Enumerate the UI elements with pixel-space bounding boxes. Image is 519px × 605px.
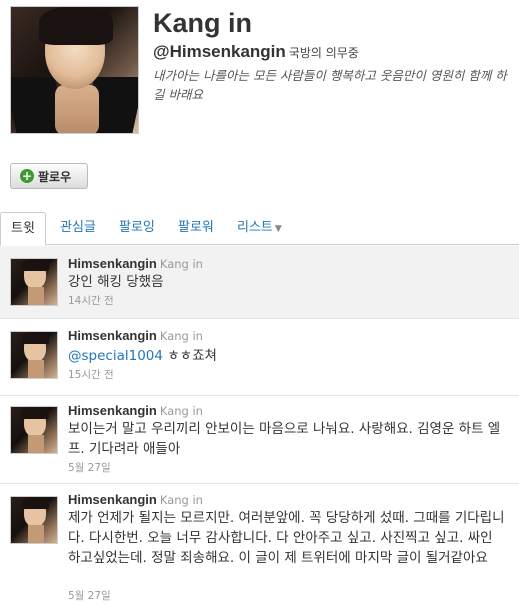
tweet-avatar[interactable] (10, 496, 58, 544)
tweet-timestamp[interactable]: 15시간 전 (68, 367, 114, 382)
follow-label: 팔로우 (38, 169, 72, 184)
tweet-author[interactable]: Himsenkangin Kang in (68, 328, 203, 344)
plus-icon: + (20, 169, 34, 183)
profile-header: Kang in @Himsenkangin 국방의 의무중 내가아는 나를아는 모… (0, 0, 519, 150)
tweet-timestamp[interactable]: 5월 27일 (68, 460, 111, 475)
tweet-author[interactable]: Himsenkangin Kang in (68, 256, 203, 272)
tweet-timestamp[interactable]: 5월 27일 (68, 588, 111, 603)
profile-avatar[interactable] (10, 6, 139, 134)
profile-bio: 내가아는 나를아는 모든 사람들이 행복하고 웃음만이 영원히 함께 하길 바래… (153, 68, 507, 102)
tweet-author-display: Kang in (159, 404, 203, 418)
chevron-down-icon: ▼ (274, 224, 282, 234)
tweet-author-name: Himsenkangin (68, 256, 157, 271)
tweet-text-body: ㅎㅎ죠쳐 (162, 348, 217, 364)
tab-lists-label: 리스트 (237, 220, 273, 235)
profile-location: 국방의 의무중 (288, 46, 359, 60)
tweet-author-display: Kang in (159, 257, 203, 271)
follow-button[interactable]: + 팔로우 (10, 163, 88, 189)
mention-link[interactable]: @special1004 (68, 348, 163, 364)
tweet-text: @special1004 ㅎㅎ죠쳐 (68, 346, 508, 366)
tab-tweets[interactable]: 트윗 (0, 212, 46, 246)
tweet-author-display: Kang in (159, 493, 203, 507)
tab-lists[interactable]: 리스트 ▼ (227, 212, 292, 245)
tweet-text: 보이는거 말고 우리끼리 안보이는 마음으로 나눠요. 사랑해요. 김영운 하트… (68, 421, 501, 457)
tweet-avatar[interactable] (10, 258, 58, 306)
tweet-author[interactable]: Himsenkangin Kang in (68, 492, 203, 508)
tweet-text: 제가 언제가 될지는 모르지만. 여러분앞에. 꼭 당당하게 섰때. 그때를 기… (68, 510, 505, 566)
tweet-author-name: Himsenkangin (68, 403, 157, 418)
tweet-author[interactable]: Himsenkangin Kang in (68, 403, 203, 419)
tweet-author-name: Himsenkangin (68, 328, 157, 343)
profile-handle: @Himsenkangin (153, 42, 286, 61)
profile-tabs: 트윗 관심글 팔로잉 팔로워 리스트 ▼ (0, 212, 519, 246)
tweet-avatar[interactable] (10, 331, 58, 379)
tab-followers[interactable]: 팔로워 (168, 212, 224, 245)
tab-following[interactable]: 팔로잉 (109, 212, 165, 245)
handle-line: @Himsenkangin 국방의 의무중 (153, 42, 359, 62)
tweet-text: 강인 해킹 당했음 (68, 274, 164, 290)
tweet-author-display: Kang in (159, 329, 203, 343)
tweet-item[interactable]: Himsenkangin Kang in 제가 언제가 될지는 모르지만. 여러분… (0, 484, 519, 604)
avatar-neck (55, 85, 99, 133)
tweet-item[interactable]: Himsenkangin Kang in 보이는거 말고 우리끼리 안보이는 마음… (0, 396, 519, 484)
tweet-avatar[interactable] (10, 406, 58, 454)
avatar-hair (39, 7, 113, 45)
tweet-item[interactable]: Himsenkangin Kang in 강인 해킹 당했음 14시간 전 (0, 246, 519, 319)
tab-favorites[interactable]: 관심글 (50, 212, 106, 245)
tweet-item[interactable]: Himsenkangin Kang in @special1004 ㅎㅎ죠쳐 15… (0, 319, 519, 396)
tweet-timestamp[interactable]: 14시간 전 (68, 293, 114, 308)
tweet-author-name: Himsenkangin (68, 492, 157, 507)
profile-name: Kang in (153, 8, 252, 38)
